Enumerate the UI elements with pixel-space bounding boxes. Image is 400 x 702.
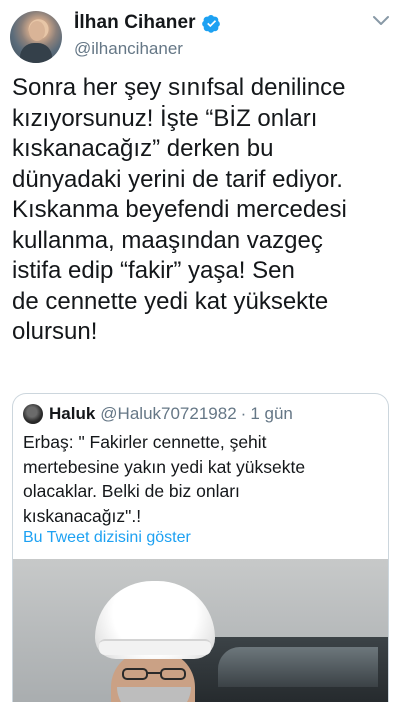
turban-band-shape [99,639,211,655]
beard-shape [117,687,191,702]
quoted-tweet-header: Haluk @Haluk70721982 · 1 gün [23,404,293,424]
separator-dot: · [240,404,247,423]
author-name-row[interactable]: İlhan Cihaner [74,12,221,34]
show-thread-link[interactable]: Bu Tweet dizisini göster [23,529,191,547]
quoted-author-handle: @Haluk70721982 [100,404,237,423]
avatar-shirt [20,43,52,63]
quoted-tweet-time: 1 gün [250,404,293,423]
quoted-author-avatar [23,404,43,424]
quoted-author-name: Haluk [49,404,96,423]
verified-badge-icon [201,14,220,33]
author-display-name[interactable]: İlhan Cihaner [74,12,196,34]
tweet: İlhan Cihaner @ilhancihaner Sonra her şe… [0,0,400,702]
avatar-face [29,21,45,41]
author-avatar[interactable] [10,11,62,63]
quoted-tweet-photo[interactable] [13,559,388,702]
glasses-icon [122,668,186,680]
tweet-header: İlhan Cihaner @ilhancihaner [10,8,390,64]
chevron-down-icon[interactable] [372,14,390,28]
tweet-text: Sonra her şey sınıfsal denilince kızıyor… [12,74,347,345]
quoted-tweet-text: Erbaş: " Fakirler cennette, şehit merteb… [23,432,306,526]
car-window-shape [218,647,378,687]
quoted-tweet[interactable]: Haluk @Haluk70721982 · 1 gün Erbaş: " Fa… [12,393,389,702]
author-handle[interactable]: @ilhancihaner [74,39,183,59]
